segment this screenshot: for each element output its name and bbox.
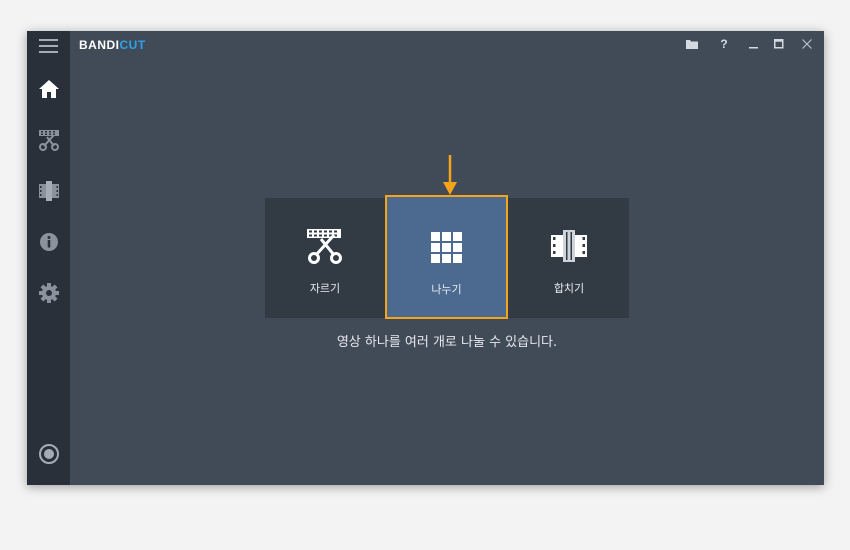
merge-mode-label: 합치기 [553,282,585,295]
app-window: BANDICUT ? 자르기 나누기 합치기 영상 하나를 여러 개로 나눌 수… [27,31,824,485]
sidebar-item-record[interactable] [38,443,60,465]
info-icon [40,233,58,251]
join-film-icon [551,230,587,262]
split-grid-icon [431,232,462,263]
record-icon [39,444,59,464]
close-button[interactable] [797,35,817,53]
scissors-film-icon [39,130,59,151]
cut-mode-button[interactable]: 자르기 [265,198,385,318]
logo-text-bandi: BANDI [79,38,120,52]
app-logo: BANDICUT [79,38,146,52]
split-mode-label: 나누기 [431,283,462,296]
mode-selector: 자르기 나누기 합치기 [265,195,629,319]
cut-icon [307,229,342,264]
arrow-down-icon [443,155,457,195]
minimize-icon [749,47,758,49]
minimize-button[interactable] [744,35,764,53]
merge-mode-button[interactable]: 합치기 [509,198,629,318]
home-icon [39,80,59,98]
split-mode-button[interactable]: 나누기 [385,195,508,319]
hamburger-menu-icon[interactable] [39,39,58,53]
title-bar: BANDICUT ? [70,31,824,57]
folder-icon [686,40,698,49]
sidebar [27,31,70,485]
sidebar-item-home[interactable] [38,78,60,100]
logo-text-cut: CUT [119,38,146,52]
sidebar-item-merge[interactable] [38,180,60,202]
sidebar-item-cut[interactable] [38,129,60,151]
help-button[interactable]: ? [714,35,734,53]
sidebar-item-info[interactable] [38,231,60,253]
gear-icon [39,283,59,303]
open-folder-button[interactable] [682,35,702,53]
maximize-button[interactable] [769,35,789,53]
close-icon [802,39,812,49]
cut-mode-label: 자르기 [309,282,341,295]
maximize-icon [774,39,784,49]
sidebar-item-settings[interactable] [38,282,60,304]
film-merge-icon [39,181,59,201]
mode-description: 영상 하나를 여러 개로 나눌 수 있습니다. [336,335,558,350]
